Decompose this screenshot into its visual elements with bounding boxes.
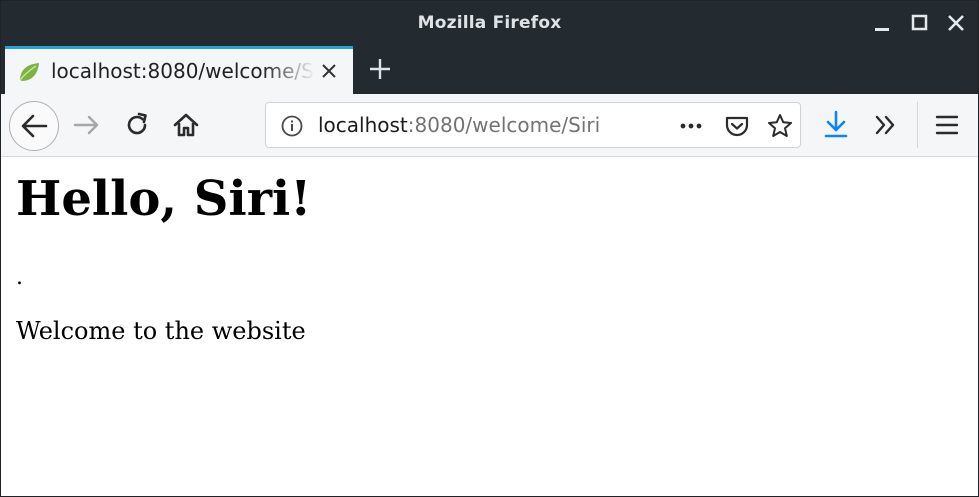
page-content: Hello, Siri! . Welcome to the website [1, 157, 978, 496]
toolbar-separator [917, 102, 918, 148]
minimize-icon[interactable] [871, 11, 893, 35]
pocket-icon[interactable] [724, 113, 750, 139]
navigation-toolbar: localhost:8080/welcome/Siri [1, 94, 978, 157]
home-icon[interactable] [170, 109, 202, 141]
tab-active[interactable]: localhost:8080/welcome/Siri [5, 46, 353, 94]
download-icon[interactable] [820, 108, 852, 140]
window-title: Mozilla Firefox [417, 13, 562, 33]
url-text[interactable]: localhost:8080/welcome/Siri [318, 113, 600, 137]
close-icon[interactable] [945, 11, 967, 35]
menu-icon[interactable] [931, 109, 963, 141]
url-host: localhost [318, 113, 408, 137]
maximize-icon[interactable] [909, 11, 931, 35]
bookmark-star-icon[interactable] [766, 112, 794, 140]
forward-icon[interactable] [71, 109, 103, 141]
url-bar[interactable]: localhost:8080/welcome/Siri [265, 102, 801, 148]
back-button[interactable] [9, 101, 59, 151]
overflow-chevron-icon[interactable] [870, 109, 902, 141]
page-actions-icon[interactable] [678, 114, 706, 138]
leaf-icon [17, 61, 41, 83]
tab-close-icon[interactable] [317, 58, 341, 84]
page-heading: Hello, Siri! [16, 171, 312, 227]
browser-window: Mozilla Firefox localhost:8080/welcome/S… [0, 0, 979, 497]
back-icon [21, 114, 48, 138]
tab-strip: localhost:8080/welcome/Siri [1, 46, 978, 94]
new-tab-button[interactable] [363, 52, 397, 86]
info-icon[interactable] [280, 114, 304, 138]
title-bar[interactable]: Mozilla Firefox [1, 1, 978, 46]
welcome-paragraph: Welcome to the website [16, 317, 306, 345]
url-path: :8080/welcome/Siri [407, 113, 601, 137]
reload-icon[interactable] [121, 109, 153, 141]
tab-title-fade [263, 55, 315, 87]
page-dot-text: . [16, 265, 23, 290]
